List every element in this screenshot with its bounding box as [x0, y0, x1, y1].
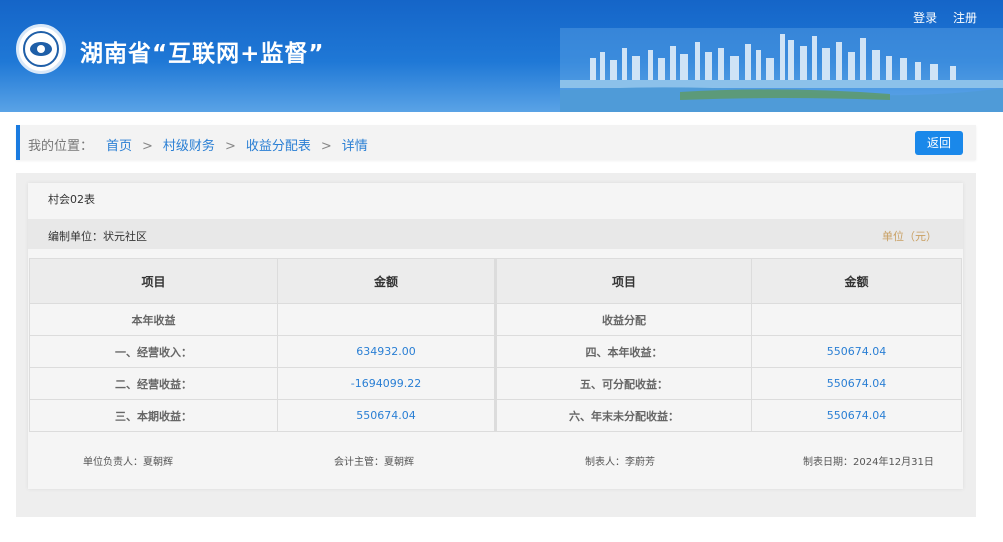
- row-item-left: 本年收益: [29, 303, 278, 336]
- breadcrumb-separator: >: [224, 139, 236, 154]
- header-item-left: 项目: [29, 258, 278, 304]
- row-item-left: 一、经营收入：: [29, 335, 278, 368]
- preparer-signature: 制表人：李蔚芳: [585, 457, 655, 468]
- unit-label: 单位（元）: [882, 230, 937, 243]
- row-item-right: 四、本年收益：: [494, 335, 752, 368]
- income-distribution-table: 项目 金额 项目 金额 本年收益 收益分配 一、经营收入： 634932.00 …: [29, 258, 962, 432]
- org-info: 编制单位：状元社区: [48, 228, 147, 244]
- report-card: 村会02表 编制单位：状元社区 单位（元） 项目 金额 项目 金额 本年收益 收…: [28, 183, 963, 489]
- site-title: 湖南省“互联网+监督”: [80, 41, 325, 67]
- row-amount-right: [751, 303, 962, 336]
- site-header: 湖南省“互联网+监督” 登录 注册: [0, 0, 1003, 112]
- row-amount-right: 550674.04: [751, 367, 962, 400]
- row-item-left: 二、经营收益：: [29, 367, 278, 400]
- auth-links: 登录 注册: [901, 9, 977, 26]
- header-amount-left: 金额: [277, 258, 496, 304]
- header-item-right: 项目: [494, 258, 752, 304]
- pupil-icon: [37, 45, 45, 53]
- row-item-right: 收益分配: [494, 303, 752, 336]
- org-label: 编制单位：: [48, 230, 103, 243]
- row-item-right: 五、可分配收益：: [494, 367, 752, 400]
- accounting-head-signature: 会计主管：夏朝辉: [334, 457, 414, 468]
- row-amount-left: 550674.04: [277, 399, 496, 432]
- header-amount-right: 金额: [751, 258, 962, 304]
- row-amount-left: 634932.00: [277, 335, 496, 368]
- breadcrumb-detail[interactable]: 详情: [342, 139, 368, 154]
- breadcrumb-separator: >: [320, 139, 332, 154]
- row-amount-right: 550674.04: [751, 399, 962, 432]
- location-label: 我的位置：: [28, 139, 94, 154]
- report-date: 制表日期：2024年12月31日: [803, 457, 934, 468]
- unit-head-signature: 单位负责人：夏朝辉: [83, 457, 173, 468]
- breadcrumb: 首页 > 村级财务 > 收益分配表 > 详情: [102, 135, 372, 154]
- city-skyline-image: [560, 28, 1003, 112]
- row-amount-right: 550674.04: [751, 335, 962, 368]
- breadcrumb-separator: >: [142, 139, 153, 154]
- site-logo: [16, 24, 66, 74]
- row-item-left: 三、本期收益：: [29, 399, 278, 432]
- back-button[interactable]: 返回: [915, 131, 963, 155]
- row-amount-left: [277, 303, 496, 336]
- org-name: 状元社区: [103, 230, 147, 243]
- table-row: 二、经营收益： -1694099.22 五、可分配收益： 550674.04: [29, 367, 962, 400]
- breadcrumb-home[interactable]: 首页: [106, 139, 132, 154]
- login-link[interactable]: 登录: [913, 11, 937, 25]
- row-amount-left: -1694099.22: [277, 367, 496, 400]
- table-row: 三、本期收益： 550674.04 六、年末未分配收益： 550674.04: [29, 399, 962, 432]
- row-item-right: 六、年末未分配收益：: [494, 399, 752, 432]
- content-panel: 村会02表 编制单位：状元社区 单位（元） 项目 金额 项目 金额 本年收益 收…: [16, 173, 976, 517]
- register-link[interactable]: 注册: [953, 11, 977, 25]
- form-number: 村会02表: [48, 193, 95, 206]
- signature-row: 单位负责人：夏朝辉 会计主管：夏朝辉 制表人：李蔚芳 制表日期：2024年12月…: [28, 453, 963, 473]
- table-row: 本年收益 收益分配: [29, 303, 962, 336]
- breadcrumb-income-distribution[interactable]: 收益分配表: [246, 139, 311, 154]
- table-header-row: 项目 金额 项目 金额: [29, 258, 962, 304]
- report-meta-row: 编制单位：状元社区 单位（元）: [28, 219, 963, 249]
- breadcrumb-bar: 我的位置： 首页 > 村级财务 > 收益分配表 > 详情 返回: [16, 125, 976, 160]
- breadcrumb-village-finance[interactable]: 村级财务: [163, 139, 215, 154]
- table-row: 一、经营收入： 634932.00 四、本年收益： 550674.04: [29, 335, 962, 368]
